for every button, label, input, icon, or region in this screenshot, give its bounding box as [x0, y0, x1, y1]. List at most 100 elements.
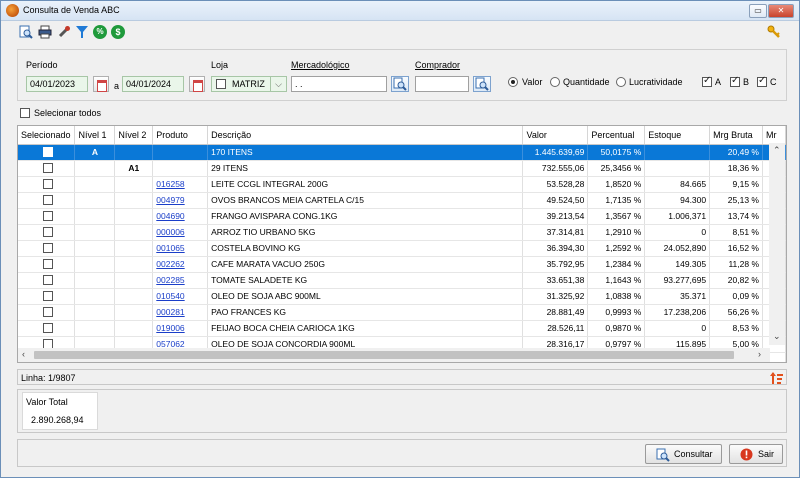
col-nivel2[interactable]: Nível 2	[114, 126, 154, 145]
col-descricao[interactable]: Descrição	[207, 126, 524, 145]
row-checkbox[interactable]	[43, 307, 53, 318]
cell-selecionado[interactable]	[18, 256, 76, 273]
cell-selecionado[interactable]	[18, 176, 76, 193]
restore-button[interactable]: ▭	[749, 4, 767, 18]
wrench-icon[interactable]	[57, 25, 71, 39]
row-checkbox[interactable]	[43, 275, 53, 286]
mercadologico-search-button[interactable]	[391, 76, 409, 92]
close-button[interactable]: ✕	[768, 4, 794, 18]
cell-selecionado[interactable]	[18, 304, 76, 321]
col-percentual[interactable]: Percentual	[587, 126, 646, 145]
print-preview-icon[interactable]	[19, 25, 33, 39]
row-checkbox[interactable]	[43, 259, 53, 270]
horizontal-scroll-thumb[interactable]	[34, 351, 734, 359]
printer-icon[interactable]	[38, 25, 52, 39]
table-row[interactable]: 016258 LEITE CCGL INTEGRAL 200G 53.528,28 1…	[18, 176, 786, 193]
scroll-right-icon[interactable]: ›	[758, 349, 761, 359]
cell-produto[interactable]: 001065	[152, 240, 209, 257]
cell-selecionado[interactable]	[18, 192, 76, 209]
consultar-button[interactable]: Consultar	[645, 444, 722, 464]
date-to-field[interactable]: 04/01/2024	[122, 76, 184, 92]
cell-selecionado[interactable]	[18, 224, 76, 241]
row-checkbox[interactable]	[43, 147, 53, 158]
cell-selecionado[interactable]	[18, 160, 76, 177]
table-row[interactable]: 001065 COSTELA BOVINO KG 36.394,30 1,2592 %…	[18, 240, 786, 257]
cell-valor: 37.314,81	[522, 224, 589, 241]
table-row[interactable]: 002262 CAFE MARATA VACUO 250G 35.792,95 1,2…	[18, 256, 786, 273]
cell-produto[interactable]: 016258	[152, 176, 209, 193]
loja-select[interactable]: MATRIZ ⌵	[211, 76, 287, 92]
table-row[interactable]: A 170 ITENS 1.445.639,69 50,0175 % 20,49 %	[18, 144, 786, 161]
col-mr[interactable]: Mr	[762, 126, 786, 145]
filter-icon[interactable]	[75, 25, 89, 39]
cell-produto[interactable]: 000006	[152, 224, 209, 241]
col-mrg-bruta[interactable]: Mrg Bruta	[709, 126, 763, 145]
row-checkbox[interactable]	[43, 291, 53, 302]
cell-selecionado[interactable]	[18, 144, 76, 161]
cell-produto[interactable]: 002285	[152, 272, 209, 289]
cell-selecionado[interactable]	[18, 240, 76, 257]
chevron-down-icon[interactable]: ⌵	[270, 77, 286, 91]
scroll-up-icon[interactable]: ⌃	[773, 145, 781, 156]
col-valor[interactable]: Valor	[522, 126, 589, 145]
calendar-to-icon[interactable]	[189, 76, 205, 92]
mercadologico-field[interactable]: . .	[291, 76, 387, 92]
row-checkbox[interactable]	[43, 211, 53, 222]
col-estoque[interactable]: Estoque	[644, 126, 711, 145]
cell-produto[interactable]: 019006	[152, 320, 209, 337]
radio-quantidade-label[interactable]: Quantidade	[563, 77, 610, 87]
cell-produto[interactable]: 010540	[152, 288, 209, 305]
horizontal-scrollbar[interactable]: ‹ ›	[18, 348, 770, 362]
check-c[interactable]	[757, 75, 767, 87]
dollar-icon[interactable]: $	[111, 25, 125, 39]
cell-produto[interactable]: 000281	[152, 304, 209, 321]
check-b[interactable]	[730, 75, 740, 87]
cell-produto[interactable]: 002262	[152, 256, 209, 273]
row-checkbox[interactable]	[43, 163, 53, 174]
row-checkbox[interactable]	[43, 243, 53, 254]
col-nivel1[interactable]: Nível 1	[74, 126, 116, 145]
radio-quantidade[interactable]	[550, 77, 560, 87]
radio-valor-label[interactable]: Valor	[522, 77, 542, 87]
row-checkbox[interactable]	[43, 323, 53, 334]
table-row[interactable]: 019006 FEIJAO BOCA CHEIA CARIOCA 1KG 28.52…	[18, 320, 786, 337]
cell-selecionado[interactable]	[18, 288, 76, 305]
check-a[interactable]	[702, 75, 712, 87]
percent-icon[interactable]: %	[93, 25, 107, 39]
table-row[interactable]: 000006 ARROZ TIO URBANO 5KG 37.314,81 1,291…	[18, 224, 786, 241]
calendar-from-icon[interactable]	[93, 76, 109, 92]
table-row[interactable]: 000281 PAO FRANCES KG 28.881,49 0,9993 % 17.…	[18, 304, 786, 321]
vertical-scrollbar[interactable]: ⌃ ⌄	[769, 143, 785, 345]
cell-mrg-bruta: 25,13 %	[709, 192, 763, 209]
cell-produto[interactable]: 004690	[152, 208, 209, 225]
cell-selecionado[interactable]	[18, 272, 76, 289]
table-row[interactable]: 010540 OLEO DE SOJA ABC 900ML 31.325,92 1,0…	[18, 288, 786, 305]
row-checkbox[interactable]	[43, 195, 53, 206]
sair-button[interactable]: Sair	[729, 444, 783, 464]
key-icon[interactable]	[767, 25, 781, 39]
select-all-checkbox[interactable]	[20, 108, 30, 118]
radio-valor[interactable]	[508, 77, 518, 87]
select-all-label[interactable]: Selecionar todos	[34, 108, 101, 118]
scroll-left-icon[interactable]: ‹	[22, 349, 25, 359]
table-row[interactable]: 004690 FRANGO AVISPARA CONG.1KG 39.213,54 1…	[18, 208, 786, 225]
comprador-field[interactable]	[415, 76, 469, 92]
row-checkbox[interactable]	[43, 227, 53, 238]
scroll-down-icon[interactable]: ⌄	[773, 331, 781, 342]
radio-lucratividade[interactable]	[616, 77, 626, 87]
comprador-search-button[interactable]	[473, 76, 491, 92]
radio-lucratividade-label[interactable]: Lucratividade	[629, 77, 683, 87]
cell-percentual: 0,9870 %	[587, 320, 646, 337]
date-from-field[interactable]: 04/01/2023	[26, 76, 88, 92]
row-checkbox[interactable]	[43, 179, 53, 190]
cell-produto[interactable]: 004979	[152, 192, 209, 209]
table-row[interactable]: 004979 OVOS BRANCOS MEIA CARTELA C/15 49.5…	[18, 192, 786, 209]
cell-selecionado[interactable]	[18, 320, 76, 337]
col-selecionado[interactable]: Selecionado	[18, 126, 76, 145]
col-produto[interactable]: Produto	[152, 126, 209, 145]
table-row[interactable]: 002285 TOMATE SALADETE KG 33.651,38 1,1643 …	[18, 272, 786, 289]
loja-checkbox[interactable]	[216, 79, 226, 89]
sort-icon[interactable]	[770, 371, 784, 385]
cell-selecionado[interactable]	[18, 208, 76, 225]
table-row[interactable]: A1 29 ITENS 732.555,06 25,3456 % 18,36 %	[18, 160, 786, 177]
